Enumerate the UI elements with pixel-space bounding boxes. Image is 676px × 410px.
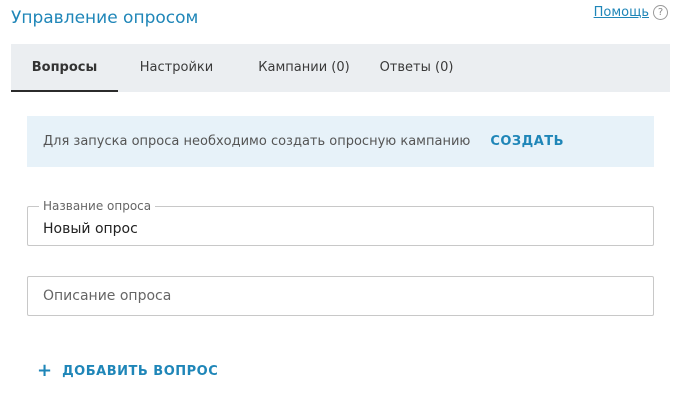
help-link[interactable]: Помощь ? <box>594 5 668 20</box>
survey-title-label: Название опроса <box>39 199 156 213</box>
survey-title-input[interactable] <box>43 213 643 245</box>
tab-questions[interactable]: Вопросы <box>11 44 118 92</box>
add-question-label[interactable]: ДОБАВИТЬ ВОПРОС <box>62 364 218 379</box>
tab-answers[interactable]: Ответы (0) <box>373 44 460 92</box>
survey-management-page: Управление опросом Помощь ? Вопросы Наст… <box>0 0 676 410</box>
survey-title-field[interactable]: Название опроса <box>27 199 654 246</box>
add-question-button[interactable]: + ДОБАВИТЬ ВОПРОС <box>37 362 218 380</box>
campaign-notice: Для запуска опроса необходимо создать оп… <box>27 116 654 167</box>
page-title: Управление опросом <box>11 8 199 28</box>
survey-description-input[interactable] <box>43 277 643 315</box>
help-link-label[interactable]: Помощь <box>594 5 649 20</box>
create-campaign-button[interactable]: СОЗДАТЬ <box>490 134 564 149</box>
tab-bar: Вопросы Настройки Кампании (0) Ответы (0… <box>11 44 670 92</box>
survey-description-field[interactable] <box>27 276 654 316</box>
plus-icon[interactable]: + <box>37 362 52 380</box>
notice-text: Для запуска опроса необходимо создать оп… <box>43 134 471 149</box>
tab-campaigns[interactable]: Кампании (0) <box>235 44 373 92</box>
question-circle-icon[interactable]: ? <box>653 5 668 20</box>
tab-settings[interactable]: Настройки <box>118 44 235 92</box>
